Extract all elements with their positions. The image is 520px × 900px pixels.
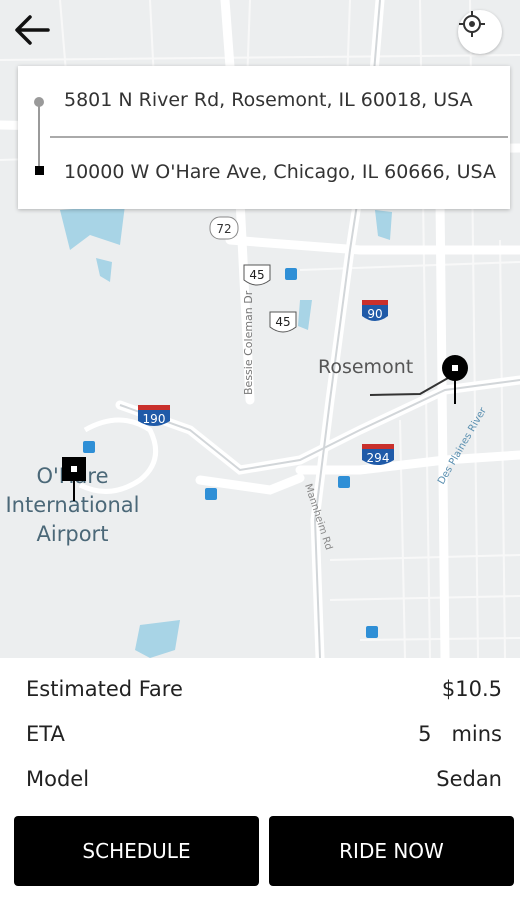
svg-text:45: 45 xyxy=(249,268,264,282)
svg-text:72: 72 xyxy=(216,222,231,236)
svg-text:Bessie Coleman Dr: Bessie Coleman Dr xyxy=(242,290,255,395)
shield-us45-icon: 45 xyxy=(243,264,271,286)
dropoff-square-icon xyxy=(35,166,44,175)
route-card: 5801 N River Rd, Rosemont, IL 60018, USA… xyxy=(18,66,510,209)
fare-row: Estimated Fare $10.5 xyxy=(26,674,502,704)
trip-details-panel: Estimated Fare $10.5 ETA 5 mins Model Se… xyxy=(0,658,520,900)
svg-text:90: 90 xyxy=(367,307,382,321)
svg-text:190: 190 xyxy=(143,412,166,426)
pickup-address-field[interactable]: 5801 N River Rd, Rosemont, IL 60018, USA xyxy=(64,89,473,111)
eta-label: ETA xyxy=(26,722,65,746)
ride-now-button[interactable]: RIDE NOW xyxy=(269,816,514,886)
dropoff-address-field[interactable]: 10000 W O'Hare Ave, Chicago, IL 60666, U… xyxy=(64,161,496,183)
locate-me-button[interactable] xyxy=(458,10,502,54)
back-button[interactable] xyxy=(12,10,58,56)
model-row: Model Sedan xyxy=(26,764,502,794)
arrow-left-icon xyxy=(15,15,50,45)
shield-i190-icon: 190 xyxy=(138,405,170,426)
eta-value: 5 mins xyxy=(418,722,502,746)
fare-value: $10.5 xyxy=(441,677,502,701)
pickup-dot-icon xyxy=(34,97,44,107)
model-value: Sedan xyxy=(436,767,502,791)
model-label: Model xyxy=(26,767,90,791)
airport-label-line: Airport xyxy=(36,522,109,546)
route-connector-line xyxy=(38,100,40,170)
map-label-rosemont: Rosemont xyxy=(318,356,414,378)
schedule-button[interactable]: SCHEDULE xyxy=(14,816,259,886)
fare-label: Estimated Fare xyxy=(26,677,183,701)
shield-i90-icon: 90 xyxy=(362,300,388,321)
svg-text:294: 294 xyxy=(367,451,390,465)
eta-row: ETA 5 mins xyxy=(26,719,502,749)
shield-72-icon: 72 xyxy=(209,216,239,240)
divider xyxy=(50,136,508,138)
svg-text:45: 45 xyxy=(275,315,290,329)
shield-us45-icon: 45 xyxy=(269,311,297,333)
shield-i294-icon: 294 xyxy=(362,444,394,465)
crosshair-icon xyxy=(459,11,485,37)
map-view[interactable]: 72 45 45 90 190 294 Bessie Coleman Dr De… xyxy=(0,0,520,658)
